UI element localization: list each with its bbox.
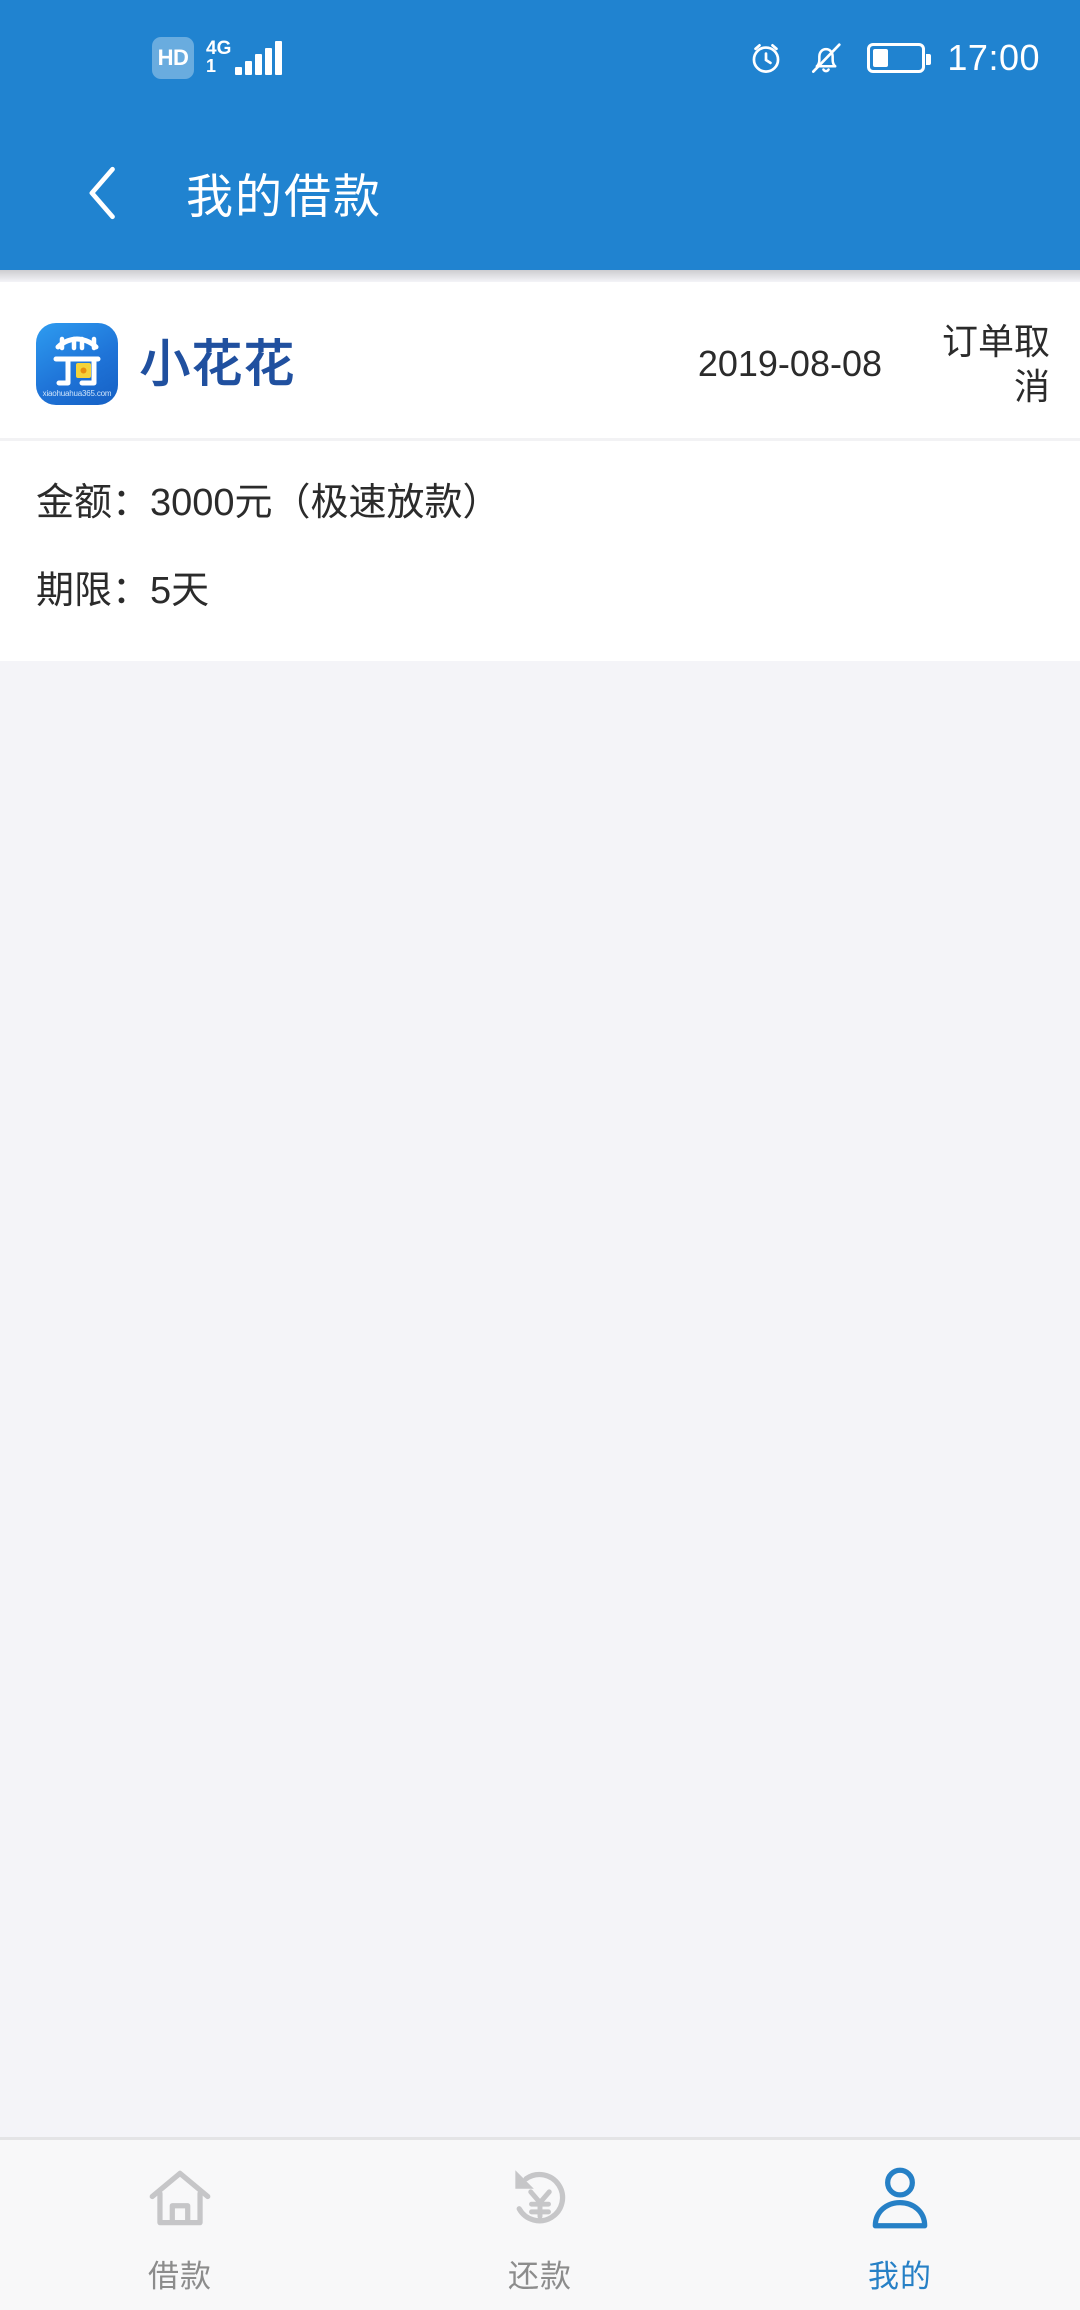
bell-muted-icon — [812, 42, 842, 73]
signal-bars-icon — [235, 41, 283, 76]
brand-name: 小花花 — [140, 336, 296, 392]
repay-yen-refresh-icon — [515, 2169, 566, 2223]
order-details: 金额：3000元（极速放款） 期限：5天 — [0, 441, 1080, 661]
order-status: 订单取消 — [941, 321, 1050, 407]
network-type-label: 4G 1 — [206, 39, 231, 76]
tab-label-loan: 借款 — [148, 2258, 212, 2294]
loan-order-card[interactable]: xiaohuahua365.com 小花花 2019-08-08 订单取消 金额… — [0, 282, 1080, 661]
back-button[interactable] — [48, 138, 158, 248]
detail-term: 期限：5天 — [36, 569, 210, 612]
detail-amount: 金额：3000元（极速放款） — [36, 482, 501, 524]
order-date: 2019-08-08 — [697, 343, 882, 384]
battery-icon — [867, 42, 932, 73]
tab-label-mine: 我的 — [868, 2258, 932, 2294]
status-bar-left: HD 4G 1 — [152, 36, 283, 79]
status-bar-right: 17:00 — [747, 37, 1040, 79]
person-icon — [872, 2167, 928, 2228]
clock-time: 17:00 — [947, 36, 1040, 78]
status-bar: HD 4G 1 17:00 — [0, 0, 1080, 115]
xiaohuahua-app-icon: xiaohuahua365.com — [36, 323, 118, 405]
alarm-clock-icon — [753, 43, 780, 73]
tab-label-repay: 还款 — [508, 2258, 572, 2294]
phone-screen: HD 4G 1 17:00 我的借款 xiaohuahua365.com 小花花… — [0, 0, 1080, 2310]
network-indicator: 4G 1 — [206, 39, 283, 76]
chevron-left-icon — [89, 166, 115, 219]
tab-mine[interactable]: 我的 — [720, 2140, 1080, 2310]
network-sub-text: 1 — [206, 55, 217, 76]
app-header: 我的借款 — [0, 115, 1080, 270]
home-icon — [149, 2170, 211, 2225]
tab-repay[interactable]: 还款 — [360, 2140, 720, 2310]
brand-logo: xiaohuahua365.com 小花花 — [36, 323, 296, 405]
app-icon-domain-text: xiaohuahua365.com — [42, 389, 112, 398]
page-title: 我的借款 — [186, 170, 382, 223]
order-card-header: xiaohuahua365.com 小花花 2019-08-08 订单取消 — [0, 300, 1080, 428]
tab-loan[interactable]: 借款 — [0, 2140, 360, 2310]
empty-content-area — [0, 660, 1080, 2137]
hd-icon: HD — [152, 36, 194, 79]
header-shadow — [0, 270, 1080, 282]
bottom-tab-bar: 借款 还款 我的 — [0, 2137, 1080, 2310]
